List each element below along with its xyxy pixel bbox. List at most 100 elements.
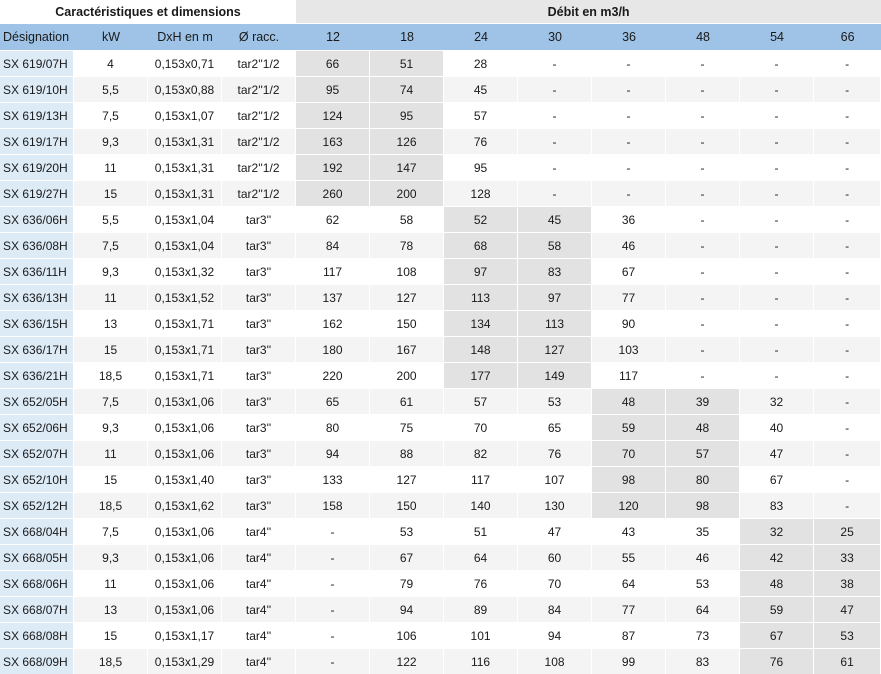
- dimensions-cell: 0,153x1,52: [148, 284, 222, 310]
- flow-66-cell: -: [814, 206, 881, 232]
- flow-48-cell: -: [666, 206, 741, 232]
- table-row: SX 652/07H 11 0,153x1,06 tar3'' 94 88 82 76 70 57…: [0, 440, 881, 466]
- designation-cell: SX 636/08H: [0, 232, 74, 258]
- kw-cell: 5,5: [74, 76, 148, 102]
- flow-54-cell: -: [740, 128, 815, 154]
- table-row: SX 668/05H 9,3 0,153x1,06 tar4'' -67 64 60 55 46…: [0, 544, 881, 570]
- flow-36-cell: 59: [592, 414, 667, 440]
- flow-30-cell: 149: [518, 362, 593, 388]
- flow-36-cell: 70: [592, 440, 667, 466]
- flow-12-cell: 220: [296, 362, 371, 388]
- flow-48-cell: -: [666, 336, 741, 362]
- kw-cell: 9,3: [74, 258, 148, 284]
- flow-24-cell: 70: [444, 414, 519, 440]
- flow-54-cell: -: [740, 232, 815, 258]
- flow-66-cell: -: [814, 440, 881, 466]
- flow-54-cell: -: [740, 154, 815, 180]
- flow-12-cell: 137: [296, 284, 371, 310]
- flow-24-cell: 134: [444, 310, 519, 336]
- kw-cell: 11: [74, 440, 148, 466]
- dimensions-cell: 0,153x1,04: [148, 232, 222, 258]
- flow-30-cell: 53: [518, 388, 593, 414]
- flow-24-cell: 128: [444, 180, 519, 206]
- flow-12-cell: 117: [296, 258, 371, 284]
- flow-30-cell: 60: [518, 544, 593, 570]
- flow-24-cell: 140: [444, 492, 519, 518]
- connection-cell: tar3'': [222, 466, 297, 492]
- connection-cell: tar2''1/2: [222, 102, 297, 128]
- column-header-designation: Désignation: [0, 23, 74, 50]
- connection-cell: tar2''1/2: [222, 128, 297, 154]
- flow-66-cell: 25: [814, 518, 881, 544]
- flow-66-cell: 53: [814, 622, 881, 648]
- flow-36-cell: 99: [592, 648, 667, 674]
- table-row: SX 652/05H 7,5 0,153x1,06 tar3'' 65 61 57 53 48 3…: [0, 388, 881, 414]
- flow-66-cell: 61: [814, 648, 881, 674]
- flow-18-cell: 61: [370, 388, 445, 414]
- flow-12-cell: -: [296, 518, 371, 544]
- flow-24-cell: 97: [444, 258, 519, 284]
- flow-24-cell: 28: [444, 50, 519, 76]
- connection-cell: tar2''1/2: [222, 50, 297, 76]
- kw-cell: 7,5: [74, 518, 148, 544]
- flow-18-cell: 147: [370, 154, 445, 180]
- flow-24-cell: 76: [444, 570, 519, 596]
- table-row: SX 619/20H 11 0,153x1,31 tar2''1/2 192 147 95-…: [0, 154, 881, 180]
- flow-36-cell: 103: [592, 336, 667, 362]
- flow-12-cell: -: [296, 648, 371, 674]
- connection-cell: tar3'': [222, 388, 297, 414]
- flow-36-cell: -: [592, 50, 667, 76]
- designation-cell: SX 636/13H: [0, 284, 74, 310]
- flow-30-cell: 76: [518, 440, 593, 466]
- flow-54-cell: 83: [740, 492, 815, 518]
- flow-24-cell: 57: [444, 102, 519, 128]
- flow-12-cell: 84: [296, 232, 371, 258]
- flow-30-cell: 94: [518, 622, 593, 648]
- designation-cell: SX 619/20H: [0, 154, 74, 180]
- table-row: SX 668/08H 15 0,153x1,17 tar4'' -106 101 94 87 7…: [0, 622, 881, 648]
- designation-cell: SX 668/08H: [0, 622, 74, 648]
- flow-36-cell: 120: [592, 492, 667, 518]
- kw-cell: 15: [74, 466, 148, 492]
- kw-cell: 9,3: [74, 544, 148, 570]
- connection-cell: tar3'': [222, 362, 297, 388]
- flow-12-cell: -: [296, 622, 371, 648]
- flow-36-cell: 55: [592, 544, 667, 570]
- flow-18-cell: 106: [370, 622, 445, 648]
- dimensions-cell: 0,153x1,71: [148, 310, 222, 336]
- connection-cell: tar4'': [222, 622, 297, 648]
- flow-30-cell: 70: [518, 570, 593, 596]
- table-row: SX 619/13H 7,5 0,153x1,07 tar2''1/2 124 95 57-…: [0, 102, 881, 128]
- flow-18-cell: 75: [370, 414, 445, 440]
- column-header-row: Désignation kW DxH en m Ø racc. 12 18 24…: [0, 23, 881, 50]
- designation-cell: SX 652/06H: [0, 414, 74, 440]
- designation-cell: SX 619/10H: [0, 76, 74, 102]
- section-header-row: Caractéristiques et dimensions Débit en …: [0, 0, 881, 23]
- flow-48-cell: -: [666, 310, 741, 336]
- flow-36-cell: -: [592, 76, 667, 102]
- flow-48-cell: 73: [666, 622, 741, 648]
- kw-cell: 18,5: [74, 492, 148, 518]
- connection-cell: tar4'': [222, 544, 297, 570]
- flow-36-cell: -: [592, 102, 667, 128]
- section-title-flow: Débit en m3/h: [296, 0, 881, 23]
- flow-18-cell: 53: [370, 518, 445, 544]
- table-row: SX 636/15H 13 0,153x1,71 tar3'' 162 150 134 113…: [0, 310, 881, 336]
- flow-36-cell: 90: [592, 310, 667, 336]
- flow-54-cell: 76: [740, 648, 815, 674]
- connection-cell: tar2''1/2: [222, 76, 297, 102]
- flow-66-cell: -: [814, 388, 881, 414]
- dimensions-cell: 0,153x1,31: [148, 128, 222, 154]
- flow-18-cell: 74: [370, 76, 445, 102]
- kw-cell: 7,5: [74, 388, 148, 414]
- designation-cell: SX 668/05H: [0, 544, 74, 570]
- connection-cell: tar4'': [222, 570, 297, 596]
- connection-cell: tar3'': [222, 310, 297, 336]
- column-header-connection: Ø racc.: [222, 23, 297, 50]
- kw-cell: 13: [74, 596, 148, 622]
- flow-12-cell: 162: [296, 310, 371, 336]
- kw-cell: 15: [74, 180, 148, 206]
- flow-54-cell: 32: [740, 518, 815, 544]
- connection-cell: tar4'': [222, 518, 297, 544]
- designation-cell: SX 619/07H: [0, 50, 74, 76]
